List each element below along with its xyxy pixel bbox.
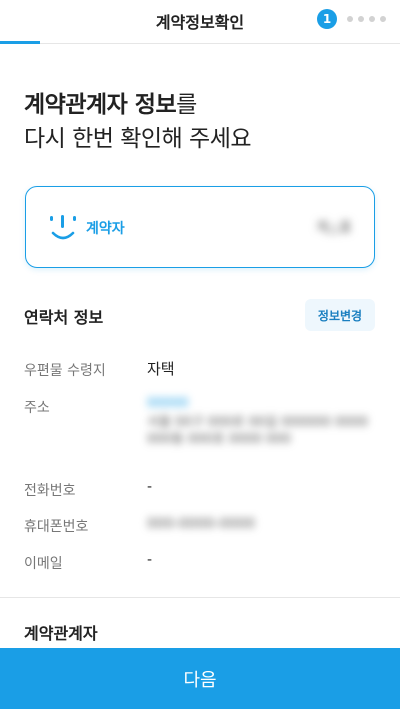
contractor-name: 계△홍	[315, 220, 352, 236]
headline-suffix: 를	[176, 92, 197, 118]
contractor-label: 계약자	[86, 221, 125, 237]
phone-value: -	[147, 479, 153, 495]
email-value: -	[147, 552, 153, 568]
mobile-value: 000-0000-0000	[147, 516, 256, 532]
contractor-card[interactable]: 계약자 계△홍	[25, 186, 375, 268]
address-label: 주소	[24, 400, 50, 416]
next-button[interactable]: 다음	[0, 648, 400, 709]
related-party-section-title: 계약관계자	[24, 624, 98, 643]
step-dot	[347, 16, 353, 22]
step-dot	[369, 16, 375, 22]
section-divider	[0, 597, 400, 598]
smile-icon	[50, 215, 76, 240]
address-value: 서울 00구 000로 00길 000000 0000 000동 000호 00…	[147, 415, 369, 447]
step-dot	[380, 16, 386, 22]
mail-receiver-label: 우편물 수령지	[24, 363, 106, 379]
step-indicator: 1	[317, 9, 386, 29]
contact-section-title: 연락처 정보	[24, 308, 104, 327]
step-dot	[358, 16, 364, 22]
headline: 계약관계자 정보를 다시 한번 확인해 주세요	[24, 88, 252, 156]
current-step-badge: 1	[317, 9, 337, 29]
headline-line-1: 계약관계자 정보를	[24, 88, 251, 122]
progress-underline	[0, 41, 40, 44]
mail-receiver-value: 자택	[147, 360, 175, 378]
headline-bold: 계약관계자 정보	[24, 92, 177, 118]
address-zip: 00000	[147, 396, 189, 411]
edit-info-button[interactable]: 정보변경	[305, 299, 375, 331]
headline-line-2: 다시 한번 확인해 주세요	[24, 126, 252, 152]
mobile-label: 휴대폰번호	[24, 519, 89, 535]
top-header: 계약정보확인 1	[0, 0, 400, 44]
email-label: 이메일	[24, 556, 63, 572]
phone-label: 전화번호	[24, 483, 76, 499]
